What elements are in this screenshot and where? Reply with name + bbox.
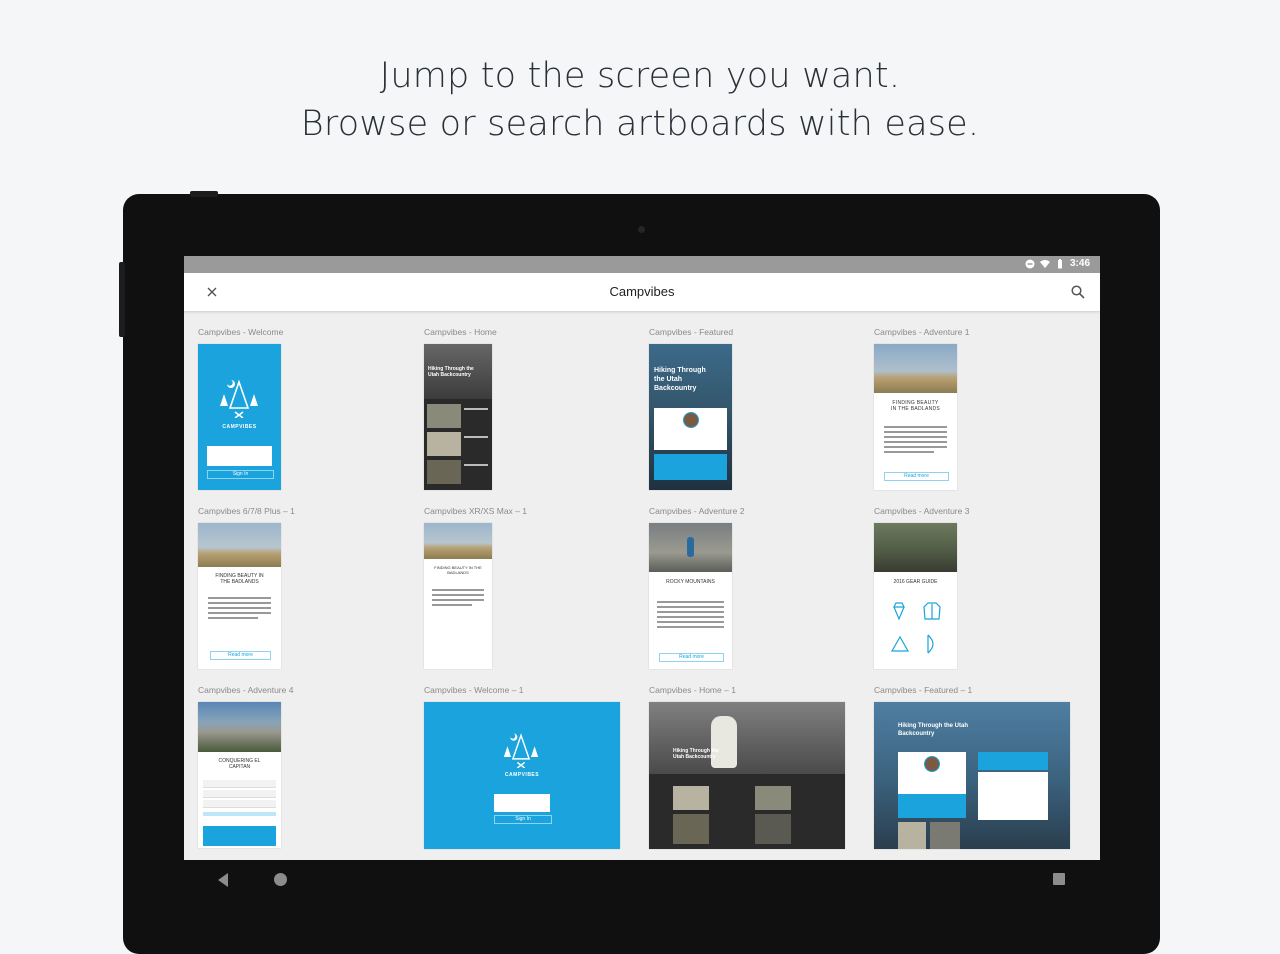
artboard-thumbnail[interactable]: CAMPVIBES Sign In: [198, 344, 281, 490]
campvibes-logo-icon: [503, 733, 539, 768]
artboard-label: Campvibes - Home – 1: [649, 685, 736, 695]
artboard-plus-1[interactable]: Campvibes 6/7/8 Plus – 1 FINDING BEAUTY …: [198, 506, 398, 676]
artboard-label: Campvibes XR/XS Max – 1: [424, 506, 527, 516]
home-circle-icon[interactable]: [274, 873, 287, 886]
headline-line-1: Jump to the screen you want.: [379, 56, 901, 96]
artboard-label: Campvibes 6/7/8 Plus – 1: [198, 506, 295, 516]
artboard-thumbnail[interactable]: 2016 GEAR GUIDE: [874, 523, 957, 669]
artboard-thumbnail[interactable]: FINDING BEAUTY IN THE BADLANDS Read more: [198, 523, 281, 669]
headline: Jump to the screen you want. Browse or s…: [0, 52, 1280, 148]
brand-text: CAMPVIBES: [504, 772, 540, 778]
username-field: [494, 794, 550, 812]
artboard-home-1[interactable]: Campvibes - Home – 1 Hiking Through the …: [649, 685, 859, 855]
artboard-label: Campvibes - Adventure 1: [874, 327, 970, 337]
artboard-thumbnail[interactable]: Hiking Through the Utah Backcountry: [424, 344, 492, 490]
artboard-thumbnail[interactable]: CONQUERING EL CAPITAN: [198, 702, 281, 848]
signin-button: Sign In: [494, 815, 552, 824]
artboard-featured[interactable]: Campvibes - Featured Hiking Through the …: [649, 327, 849, 497]
status-bar: 3:46: [184, 256, 1100, 273]
campvibes-logo-icon: [220, 379, 258, 418]
artboard-home[interactable]: Campvibes - Home Hiking Through the Utah…: [424, 327, 624, 497]
app-title: Campvibes: [609, 284, 675, 299]
home-hero-text: Hiking Through the Utah Backcountry: [673, 748, 719, 760]
artboard-label: Campvibes - Welcome – 1: [424, 685, 524, 695]
artboard-thumbnail[interactable]: Hiking Through the Utah Backcountry: [649, 702, 845, 849]
artboard-label: Campvibes - Welcome: [198, 327, 284, 337]
search-icon[interactable]: [1070, 284, 1086, 300]
volume-button: [119, 262, 125, 337]
username-field: [207, 446, 272, 466]
camera-icon: [638, 226, 645, 233]
power-button: [190, 191, 218, 197]
recents-square-icon[interactable]: [1053, 873, 1065, 885]
adventure-title: FINDING BEAUTY IN THE BADLANDS: [215, 573, 264, 585]
artboard-label: Campvibes - Adventure 4: [198, 685, 294, 695]
artboard-adventure-1[interactable]: Campvibes - Adventure 1 FINDING BEAUTY I…: [874, 327, 1074, 497]
artboard-adventure-4[interactable]: Campvibes - Adventure 4 CONQUERING EL CA…: [198, 685, 398, 855]
do-not-disturb-icon: [1025, 259, 1035, 268]
back-triangle-icon[interactable]: [216, 872, 230, 888]
jacket-icon: [923, 602, 941, 620]
read-more-button: Read more: [884, 472, 949, 481]
app-screen: 3:46 Campvibes Campvibes - Welcome CAMPV…: [184, 256, 1100, 860]
read-more-button: Read more: [659, 653, 724, 662]
artboard-adventure-2[interactable]: Campvibes - Adventure 2 ROCKY MOUNTAINS …: [649, 506, 849, 676]
artboard-welcome-1[interactable]: Campvibes - Welcome – 1 CAMPVIBES Sign I…: [424, 685, 634, 855]
featured-hero-text: Hiking Through the Utah Backcountry: [898, 723, 968, 737]
bow-icon: [927, 634, 934, 654]
wifi-icon: [1039, 259, 1050, 268]
adventure-title: FINDING BEAUTY IN THE BADLANDS: [890, 400, 941, 412]
lantern-icon: [893, 602, 905, 621]
app-bar: Campvibes: [184, 273, 1100, 312]
adventure-title: FINDING BEAUTY IN THE BADLANDS: [434, 565, 482, 575]
brand-text: CAMPVIBES: [222, 424, 257, 430]
artboard-thumbnail[interactable]: CAMPVIBES Sign In: [424, 702, 620, 849]
artboard-thumbnail[interactable]: Hiking Through the Utah Backcountry: [649, 344, 732, 490]
artboard-featured-1[interactable]: Campvibes - Featured – 1 Hiking Through …: [874, 685, 1084, 855]
adventure-title: 2016 GEAR GUIDE: [893, 579, 938, 585]
artboard-label: Campvibes - Featured: [649, 327, 734, 337]
signin-button: Sign In: [207, 470, 274, 479]
artboard-thumbnail[interactable]: ROCKY MOUNTAINS Read more: [649, 523, 732, 669]
artboard-xr-1[interactable]: Campvibes XR/XS Max – 1 FINDING BEAUTY I…: [424, 506, 624, 676]
artboard-thumbnail[interactable]: FINDING BEAUTY IN THE BADLANDS: [424, 523, 492, 669]
artboard-adventure-3[interactable]: Campvibes - Adventure 3 2016 GEAR GUIDE: [874, 506, 1074, 676]
adventure-title: ROCKY MOUNTAINS: [666, 579, 715, 585]
home-hero-text: Hiking Through the Utah Backcountry: [428, 366, 474, 378]
tent-icon: [890, 635, 910, 652]
artboard-label: Campvibes - Home: [424, 327, 497, 337]
featured-hero-text: Hiking Through the Utah Backcountry: [654, 367, 706, 392]
artboard-thumbnail[interactable]: FINDING BEAUTY IN THE BADLANDS Read more: [874, 344, 957, 490]
artboard-label: Campvibes - Adventure 3: [874, 506, 970, 516]
headline-line-2: Browse or search artboards with ease.: [300, 104, 980, 144]
adventure-title: CONQUERING EL CAPITAN: [218, 758, 261, 770]
artboard-thumbnail[interactable]: Hiking Through the Utah Backcountry: [874, 702, 1070, 849]
battery-icon: [1057, 258, 1062, 268]
read-more-button: Read more: [210, 651, 271, 660]
status-time: 3:46: [1069, 258, 1090, 269]
artboard-welcome[interactable]: Campvibes - Welcome CAMPVIBES Sign In: [198, 327, 398, 497]
artboard-label: Campvibes - Adventure 2: [649, 506, 745, 516]
artboard-label: Campvibes - Featured – 1: [874, 685, 973, 695]
